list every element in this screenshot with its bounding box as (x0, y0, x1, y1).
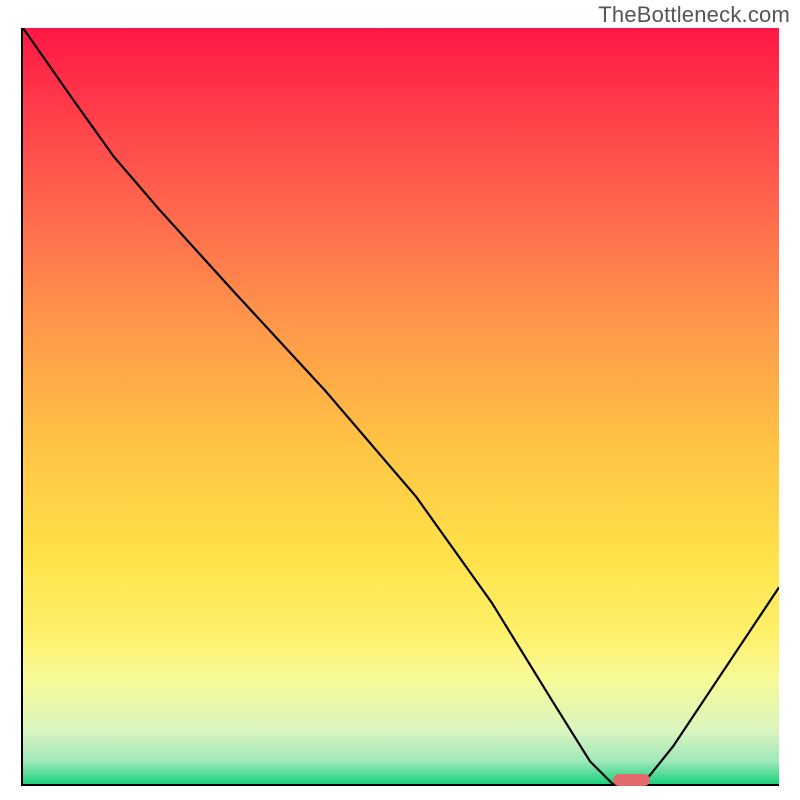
chart-container: TheBottleneck.com (0, 0, 800, 800)
x-axis-line (21, 784, 779, 786)
optimal-range-marker (613, 774, 651, 786)
watermark-text: TheBottleneck.com (598, 2, 790, 28)
bottleneck-curve (23, 28, 779, 784)
